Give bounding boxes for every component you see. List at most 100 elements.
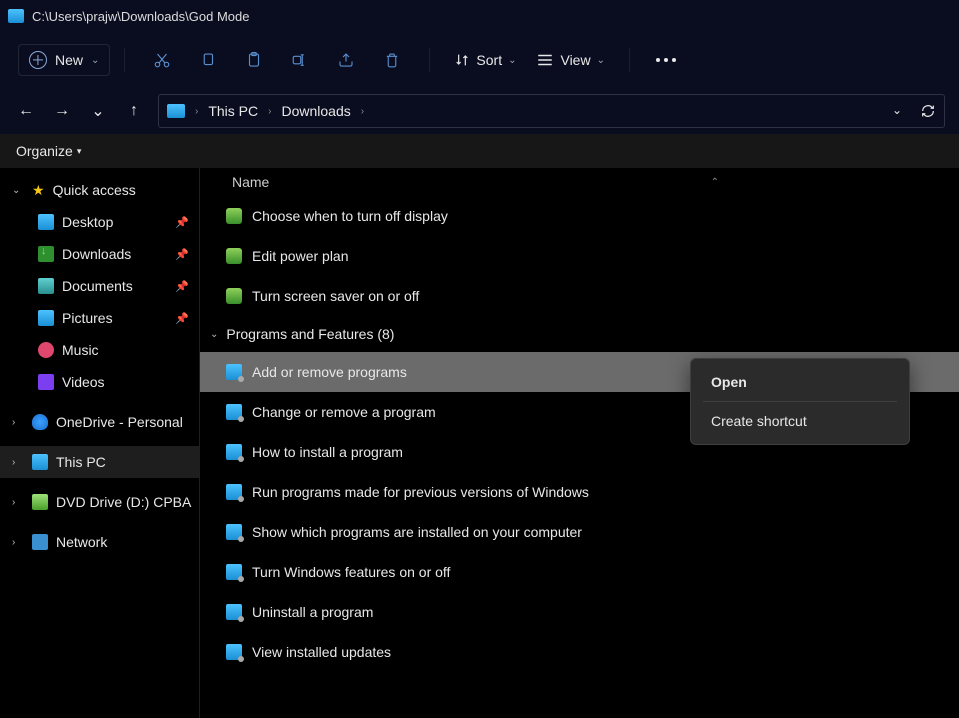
nav-row: ← → ⌄ ↑ › This PC › Downloads › ⌄ bbox=[0, 88, 959, 134]
separator bbox=[703, 401, 897, 402]
more-button[interactable] bbox=[644, 58, 688, 62]
list-item[interactable]: Uninstall a program bbox=[200, 592, 959, 632]
network-icon bbox=[32, 534, 48, 550]
sidebar-desktop[interactable]: Desktop 📌 bbox=[0, 206, 199, 238]
main: ⌄ ★ Quick access Desktop 📌 Downloads 📌 D… bbox=[0, 168, 959, 718]
list-item[interactable]: Edit power plan bbox=[200, 236, 959, 276]
plus-icon bbox=[29, 51, 47, 69]
star-icon: ★ bbox=[32, 182, 45, 199]
paste-icon[interactable] bbox=[245, 51, 263, 69]
list-item[interactable]: Run programs made for previous versions … bbox=[200, 472, 959, 512]
sidebar-music[interactable]: Music bbox=[0, 334, 199, 366]
cut-icon[interactable] bbox=[153, 51, 171, 69]
item-label: Run programs made for previous versions … bbox=[252, 484, 589, 500]
sidebar: ⌄ ★ Quick access Desktop 📌 Downloads 📌 D… bbox=[0, 168, 200, 718]
organize-button[interactable]: Organize ▾ bbox=[16, 143, 81, 159]
control-panel-icon bbox=[226, 444, 242, 460]
context-open[interactable]: Open bbox=[691, 365, 909, 399]
item-label: Turn Windows features on or off bbox=[252, 564, 450, 580]
control-panel-icon bbox=[226, 644, 242, 660]
control-panel-icon bbox=[226, 404, 242, 420]
documents-icon bbox=[38, 278, 54, 294]
pin-icon: 📌 bbox=[175, 248, 189, 261]
sidebar-item-label: Documents bbox=[62, 278, 133, 294]
chevron-right-icon: › bbox=[12, 457, 24, 468]
list-item[interactable]: Turn screen saver on or off bbox=[200, 276, 959, 316]
pictures-icon bbox=[38, 310, 54, 326]
control-panel-icon bbox=[226, 364, 242, 380]
sort-label: Sort bbox=[476, 52, 502, 68]
item-label: Edit power plan bbox=[252, 248, 349, 264]
item-label: Add or remove programs bbox=[252, 364, 407, 380]
content-pane: Name ⌃ Choose when to turn off display E… bbox=[200, 168, 959, 718]
list-item[interactable]: Choose when to turn off display bbox=[200, 196, 959, 236]
sidebar-documents[interactable]: Documents 📌 bbox=[0, 270, 199, 302]
power-icon bbox=[226, 208, 242, 224]
sidebar-network[interactable]: › Network bbox=[0, 526, 199, 558]
copy-icon[interactable] bbox=[199, 51, 217, 69]
share-icon[interactable] bbox=[337, 51, 355, 69]
group-label: Programs and Features (8) bbox=[226, 326, 394, 342]
delete-icon[interactable] bbox=[383, 51, 401, 69]
item-label: How to install a program bbox=[252, 444, 403, 460]
refresh-button[interactable] bbox=[920, 103, 936, 119]
up-button[interactable]: ↑ bbox=[122, 102, 146, 120]
title-bar: C:\Users\prajw\Downloads\God Mode bbox=[0, 0, 959, 32]
sidebar-item-label: Videos bbox=[62, 374, 105, 390]
desktop-icon bbox=[38, 214, 54, 230]
sidebar-item-label: OneDrive - Personal bbox=[56, 414, 183, 430]
separator bbox=[124, 48, 125, 72]
new-label: New bbox=[55, 52, 83, 68]
item-label: Turn screen saver on or off bbox=[252, 288, 419, 304]
list-item[interactable]: View installed updates bbox=[200, 632, 959, 672]
chevron-right-icon: › bbox=[195, 106, 198, 117]
list-item[interactable]: Turn Windows features on or off bbox=[200, 552, 959, 592]
item-label: Choose when to turn off display bbox=[252, 208, 448, 224]
breadcrumb-downloads[interactable]: Downloads bbox=[281, 103, 350, 119]
chevron-down-icon: ⌄ bbox=[12, 185, 24, 196]
sidebar-onedrive[interactable]: › OneDrive - Personal bbox=[0, 406, 199, 438]
address-bar[interactable]: › This PC › Downloads › ⌄ bbox=[158, 94, 945, 128]
item-label: Change or remove a program bbox=[252, 404, 436, 420]
pc-icon bbox=[167, 104, 185, 118]
list-item[interactable]: Show which programs are installed on you… bbox=[200, 512, 959, 552]
pc-icon bbox=[32, 454, 48, 470]
chevron-down-icon: ⌄ bbox=[210, 329, 218, 340]
sidebar-item-label: Quick access bbox=[53, 182, 136, 198]
cloud-icon bbox=[32, 414, 48, 430]
address-dropdown[interactable]: ⌄ bbox=[892, 103, 902, 119]
sort-indicator-icon: ⌃ bbox=[711, 177, 719, 188]
group-header-programs[interactable]: ⌄ Programs and Features (8) bbox=[200, 316, 959, 352]
rename-icon[interactable] bbox=[291, 51, 309, 69]
sidebar-this-pc[interactable]: › This PC bbox=[0, 446, 199, 478]
chevron-right-icon: › bbox=[12, 537, 24, 548]
back-button[interactable]: ← bbox=[14, 102, 38, 120]
item-label: Show which programs are installed on you… bbox=[252, 524, 582, 540]
sidebar-quick-access[interactable]: ⌄ ★ Quick access bbox=[0, 174, 199, 206]
videos-icon bbox=[38, 374, 54, 390]
control-panel-icon bbox=[226, 524, 242, 540]
sidebar-videos[interactable]: Videos bbox=[0, 366, 199, 398]
sidebar-downloads[interactable]: Downloads 📌 bbox=[0, 238, 199, 270]
new-button[interactable]: New ⌄ bbox=[18, 44, 110, 76]
control-panel-icon bbox=[226, 604, 242, 620]
power-icon bbox=[226, 288, 242, 304]
sidebar-dvd[interactable]: › DVD Drive (D:) CPBA bbox=[0, 486, 199, 518]
context-create-shortcut[interactable]: Create shortcut bbox=[691, 404, 909, 438]
pin-icon: 📌 bbox=[175, 216, 189, 229]
toolbar: New ⌄ Sort ⌄ View ⌄ bbox=[0, 32, 959, 88]
chevron-right-icon: › bbox=[361, 106, 364, 117]
power-icon bbox=[226, 248, 242, 264]
recent-button[interactable]: ⌄ bbox=[86, 101, 110, 121]
view-button[interactable]: View ⌄ bbox=[526, 52, 614, 68]
sort-button[interactable]: Sort ⌄ bbox=[444, 52, 526, 68]
context-menu: Open Create shortcut bbox=[690, 358, 910, 445]
sort-icon bbox=[454, 52, 470, 68]
forward-button[interactable]: → bbox=[50, 102, 74, 120]
sidebar-item-label: DVD Drive (D:) CPBA bbox=[56, 494, 191, 510]
breadcrumb-this-pc[interactable]: This PC bbox=[208, 103, 258, 119]
sidebar-pictures[interactable]: Pictures 📌 bbox=[0, 302, 199, 334]
separator bbox=[429, 48, 430, 72]
item-label: View installed updates bbox=[252, 644, 391, 660]
column-header-name[interactable]: Name ⌃ bbox=[200, 168, 959, 196]
